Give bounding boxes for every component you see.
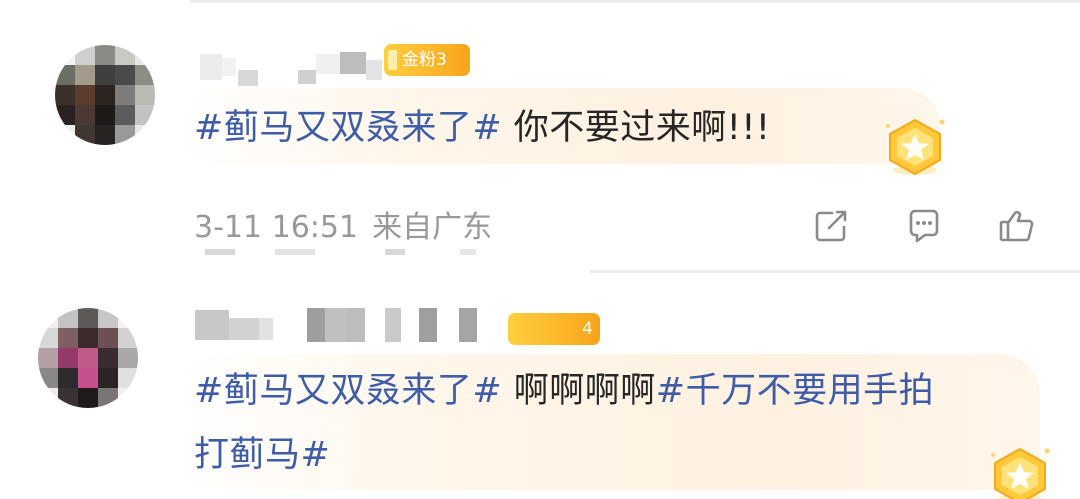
comment-button[interactable] (903, 205, 945, 247)
lightning-icon (388, 50, 397, 70)
fan-badge-level: 4 (582, 319, 593, 339)
comment-line: 打蓟马# (194, 423, 934, 487)
thumbs-up-icon (999, 210, 1034, 242)
mosaic-residue (205, 249, 235, 255)
comment-list: 金粉3 #蓟马又双叒来了# 你不要过来啊!!! 3-11 16:51 来自广东 (0, 0, 1080, 499)
comment-meta: 3-11 16:51 来自广东 (194, 208, 492, 248)
topic-link[interactable]: #千万不要用手拍 (656, 371, 934, 411)
location: 来自广东 (372, 210, 493, 245)
fan-badge-label: 金粉3 (402, 50, 447, 70)
username-mosaic[interactable] (200, 40, 382, 86)
avatar[interactable] (55, 45, 155, 145)
star-medal-icon (985, 441, 1055, 499)
comment-body: 你不要过来啊!!! (502, 108, 771, 148)
topic-link[interactable]: #蓟马又双叒来了# (194, 371, 502, 411)
comment-item: 金粉3 #蓟马又双叒来了# 你不要过来啊!!! 3-11 16:51 来自广东 (0, 0, 1080, 270)
comment-icon (909, 209, 939, 243)
comment-text: #蓟马又双叒来了# 啊啊啊啊#千万不要用手拍 打蓟马# (194, 359, 934, 487)
comment-line: #蓟马又双叒来了# 啊啊啊啊#千万不要用手拍 (194, 359, 934, 423)
star-medal-icon (880, 112, 950, 182)
share-button[interactable] (810, 205, 852, 247)
mosaic-residue (275, 249, 315, 255)
fan-badge[interactable]: 金粉3 (384, 44, 470, 76)
comment-body: 啊啊啊啊 (502, 371, 656, 411)
avatar[interactable] (38, 308, 138, 408)
share-icon (815, 210, 847, 242)
topic-link[interactable]: #蓟马又双叒来了# (194, 108, 502, 148)
mosaic-residue (385, 249, 405, 255)
comment-item: 4 #蓟马又双叒来了# 啊啊啊啊#千万不要用手拍 打蓟马# (0, 273, 1080, 499)
fan-badge[interactable]: 4 (508, 313, 600, 345)
like-button[interactable] (996, 205, 1038, 247)
timestamp: 3-11 16:51 (194, 210, 359, 245)
username-mosaic[interactable] (195, 308, 477, 342)
topic-link[interactable]: 打蓟马# (194, 435, 330, 475)
mosaic-residue (460, 249, 476, 255)
comment-text: #蓟马又双叒来了# 你不要过来啊!!! (194, 96, 770, 160)
